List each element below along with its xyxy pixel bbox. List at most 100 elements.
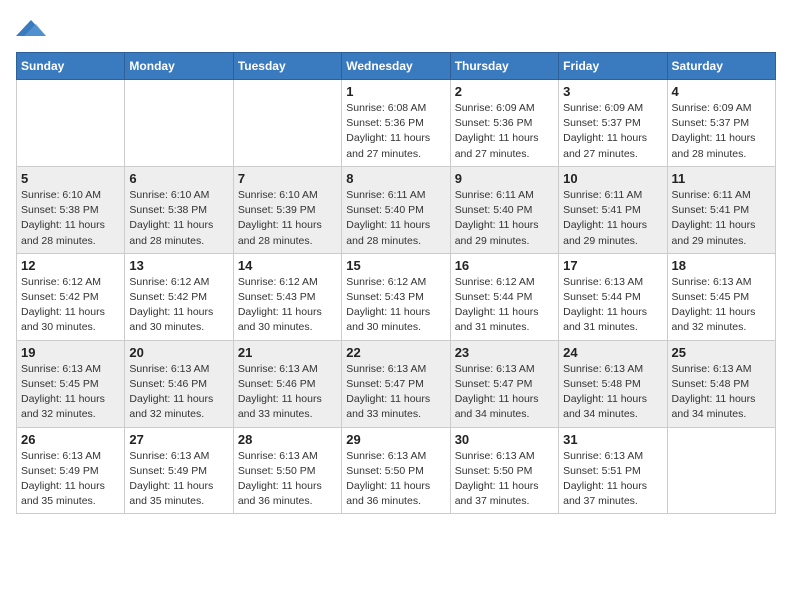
day-info: Sunrise: 6:09 AMSunset: 5:36 PMDaylight:… — [455, 101, 554, 162]
day-number: 16 — [455, 258, 554, 273]
day-number: 24 — [563, 345, 662, 360]
calendar-cell: 16 Sunrise: 6:12 AMSunset: 5:44 PMDayligh… — [450, 253, 558, 340]
day-info: Sunrise: 6:08 AMSunset: 5:36 PMDaylight:… — [346, 101, 445, 162]
calendar-week-row: 26 Sunrise: 6:13 AMSunset: 5:49 PMDayligh… — [17, 427, 776, 514]
calendar-cell: 19 Sunrise: 6:13 AMSunset: 5:45 PMDayligh… — [17, 340, 125, 427]
day-info: Sunrise: 6:13 AMSunset: 5:48 PMDaylight:… — [672, 362, 771, 423]
day-number: 28 — [238, 432, 337, 447]
day-number: 17 — [563, 258, 662, 273]
weekday-header: Sunday — [17, 53, 125, 80]
calendar-cell: 14Sunrise: 6:12 AMSunset: 5:43 PMDayligh… — [233, 253, 341, 340]
weekday-header: Saturday — [667, 53, 775, 80]
weekday-header: Tuesday — [233, 53, 341, 80]
calendar-cell — [17, 80, 125, 167]
day-number: 8 — [346, 171, 445, 186]
day-info: Sunrise: 6:13 AMSunset: 5:46 PMDaylight:… — [238, 362, 337, 423]
day-number: 22 — [346, 345, 445, 360]
day-info: Sunrise: 6:11 AMSunset: 5:41 PMDaylight:… — [672, 188, 771, 249]
calendar-cell: 5Sunrise: 6:10 AMSunset: 5:38 PMDaylight… — [17, 166, 125, 253]
day-info: Sunrise: 6:13 AMSunset: 5:50 PMDaylight:… — [346, 449, 445, 510]
day-info: Sunrise: 6:13 AMSunset: 5:48 PMDaylight:… — [563, 362, 662, 423]
calendar-cell: 25 Sunrise: 6:13 AMSunset: 5:48 PMDayligh… — [667, 340, 775, 427]
day-number: 11 — [672, 171, 771, 186]
day-number: 1 — [346, 84, 445, 99]
calendar-cell: 9 Sunrise: 6:11 AMSunset: 5:40 PMDaylight… — [450, 166, 558, 253]
day-number: 23 — [455, 345, 554, 360]
logo — [16, 16, 50, 40]
calendar-cell: 26Sunrise: 6:13 AMSunset: 5:49 PMDayligh… — [17, 427, 125, 514]
page-header — [16, 16, 776, 40]
day-info: Sunrise: 6:13 AMSunset: 5:47 PMDaylight:… — [346, 362, 445, 423]
day-info: Sunrise: 6:10 AMSunset: 5:39 PMDaylight:… — [238, 188, 337, 249]
day-info: Sunrise: 6:13 AMSunset: 5:45 PMDaylight:… — [672, 275, 771, 336]
day-info: Sunrise: 6:12 AMSunset: 5:43 PMDaylight:… — [346, 275, 445, 336]
day-info: Sunrise: 6:13 AMSunset: 5:49 PMDaylight:… — [129, 449, 228, 510]
day-info: Sunrise: 6:12 AMSunset: 5:42 PMDaylight:… — [21, 275, 120, 336]
day-info: Sunrise: 6:13 AMSunset: 5:51 PMDaylight:… — [563, 449, 662, 510]
weekday-header: Friday — [559, 53, 667, 80]
calendar-header-row: SundayMondayTuesdayWednesdayThursdayFrid… — [17, 53, 776, 80]
calendar-cell — [125, 80, 233, 167]
day-info: Sunrise: 6:13 AMSunset: 5:46 PMDaylight:… — [129, 362, 228, 423]
weekday-header: Wednesday — [342, 53, 450, 80]
logo-icon — [16, 16, 46, 40]
day-number: 19 — [21, 345, 120, 360]
calendar-week-row: 1 Sunrise: 6:08 AMSunset: 5:36 PMDaylight… — [17, 80, 776, 167]
day-number: 26 — [21, 432, 120, 447]
calendar-cell: 22 Sunrise: 6:13 AMSunset: 5:47 PMDayligh… — [342, 340, 450, 427]
calendar-cell: 11 Sunrise: 6:11 AMSunset: 5:41 PMDayligh… — [667, 166, 775, 253]
day-info: Sunrise: 6:12 AMSunset: 5:42 PMDaylight:… — [129, 275, 228, 336]
day-number: 3 — [563, 84, 662, 99]
day-number: 25 — [672, 345, 771, 360]
calendar-cell: 27 Sunrise: 6:13 AMSunset: 5:49 PMDayligh… — [125, 427, 233, 514]
calendar-cell: 6 Sunrise: 6:10 AMSunset: 5:38 PMDaylight… — [125, 166, 233, 253]
calendar-cell: 21 Sunrise: 6:13 AMSunset: 5:46 PMDayligh… — [233, 340, 341, 427]
calendar-cell: 2 Sunrise: 6:09 AMSunset: 5:36 PMDaylight… — [450, 80, 558, 167]
calendar-cell: 23 Sunrise: 6:13 AMSunset: 5:47 PMDayligh… — [450, 340, 558, 427]
day-info: Sunrise: 6:13 AMSunset: 5:50 PMDaylight:… — [455, 449, 554, 510]
day-number: 10 — [563, 171, 662, 186]
calendar-cell: 13 Sunrise: 6:12 AMSunset: 5:42 PMDayligh… — [125, 253, 233, 340]
calendar-cell: 8 Sunrise: 6:11 AMSunset: 5:40 PMDaylight… — [342, 166, 450, 253]
day-info: Sunrise: 6:12 AMSunset: 5:44 PMDaylight:… — [455, 275, 554, 336]
day-info: Sunrise: 6:09 AMSunset: 5:37 PMDaylight:… — [563, 101, 662, 162]
day-number: 6 — [129, 171, 228, 186]
day-number: 9 — [455, 171, 554, 186]
calendar-cell: 17 Sunrise: 6:13 AMSunset: 5:44 PMDayligh… — [559, 253, 667, 340]
calendar-cell: 4Sunrise: 6:09 AMSunset: 5:37 PMDaylight… — [667, 80, 775, 167]
day-info: Sunrise: 6:13 AMSunset: 5:44 PMDaylight:… — [563, 275, 662, 336]
weekday-header: Monday — [125, 53, 233, 80]
calendar-cell — [667, 427, 775, 514]
day-number: 27 — [129, 432, 228, 447]
day-number: 12 — [21, 258, 120, 273]
day-number: 20 — [129, 345, 228, 360]
day-number: 15 — [346, 258, 445, 273]
calendar-table: SundayMondayTuesdayWednesdayThursdayFrid… — [16, 52, 776, 514]
day-number: 30 — [455, 432, 554, 447]
calendar-cell: 24 Sunrise: 6:13 AMSunset: 5:48 PMDayligh… — [559, 340, 667, 427]
day-info: Sunrise: 6:10 AMSunset: 5:38 PMDaylight:… — [129, 188, 228, 249]
day-info: Sunrise: 6:11 AMSunset: 5:40 PMDaylight:… — [346, 188, 445, 249]
day-number: 14 — [238, 258, 337, 273]
calendar-cell: 1 Sunrise: 6:08 AMSunset: 5:36 PMDaylight… — [342, 80, 450, 167]
day-info: Sunrise: 6:13 AMSunset: 5:45 PMDaylight:… — [21, 362, 120, 423]
day-info: Sunrise: 6:13 AMSunset: 5:50 PMDaylight:… — [238, 449, 337, 510]
day-number: 21 — [238, 345, 337, 360]
day-number: 29 — [346, 432, 445, 447]
day-number: 7 — [238, 171, 337, 186]
calendar-cell: 10Sunrise: 6:11 AMSunset: 5:41 PMDayligh… — [559, 166, 667, 253]
day-info: Sunrise: 6:11 AMSunset: 5:40 PMDaylight:… — [455, 188, 554, 249]
day-number: 5 — [21, 171, 120, 186]
day-info: Sunrise: 6:09 AMSunset: 5:37 PMDaylight:… — [672, 101, 771, 162]
day-info: Sunrise: 6:13 AMSunset: 5:47 PMDaylight:… — [455, 362, 554, 423]
calendar-cell: 29 Sunrise: 6:13 AMSunset: 5:50 PMDayligh… — [342, 427, 450, 514]
calendar-cell — [233, 80, 341, 167]
weekday-header: Thursday — [450, 53, 558, 80]
day-number: 13 — [129, 258, 228, 273]
day-number: 18 — [672, 258, 771, 273]
calendar-cell: 7 Sunrise: 6:10 AMSunset: 5:39 PMDaylight… — [233, 166, 341, 253]
day-number: 2 — [455, 84, 554, 99]
calendar-week-row: 19 Sunrise: 6:13 AMSunset: 5:45 PMDayligh… — [17, 340, 776, 427]
calendar-cell: 18 Sunrise: 6:13 AMSunset: 5:45 PMDayligh… — [667, 253, 775, 340]
calendar-cell: 28 Sunrise: 6:13 AMSunset: 5:50 PMDayligh… — [233, 427, 341, 514]
